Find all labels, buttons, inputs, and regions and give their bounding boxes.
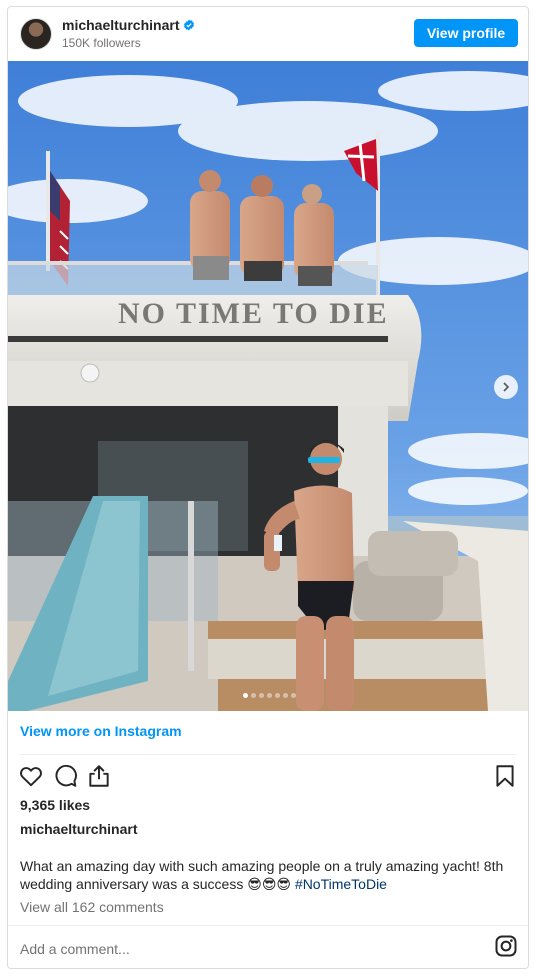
username-row: michaelturchinart	[62, 17, 195, 33]
carousel-dot	[242, 693, 248, 698]
post-photo[interactable]: NO TIME TO DIE	[8, 61, 528, 711]
share-icon[interactable]	[86, 763, 112, 789]
view-more-link[interactable]: View more on Instagram	[20, 723, 182, 739]
carousel-indicators	[8, 693, 528, 698]
avatar[interactable]	[20, 18, 52, 50]
next-slide-button[interactable]	[494, 375, 518, 399]
yacht-photo: NO TIME TO DIE	[8, 61, 528, 711]
verified-badge-icon	[184, 19, 195, 31]
action-bar	[18, 763, 518, 791]
instagram-icon[interactable]	[494, 934, 518, 958]
carousel-dot	[282, 693, 288, 698]
caption-text: What an amazing day with such amazing pe…	[20, 858, 504, 892]
heart-icon[interactable]	[18, 763, 44, 789]
comment-icon[interactable]	[52, 763, 78, 789]
hashtag-link[interactable]: #NoTimeToDie	[295, 876, 387, 892]
add-comment-input[interactable]: Add a comment...	[20, 941, 130, 957]
carousel-dot	[250, 693, 256, 698]
post-author[interactable]: michaelturchinart	[20, 821, 137, 837]
carousel-dot	[266, 693, 272, 698]
post-caption: What an amazing day with such amazing pe…	[20, 857, 516, 893]
chevron-right-icon	[503, 382, 510, 392]
likes-count[interactable]: 9,365 likes	[20, 797, 90, 813]
divider	[8, 925, 528, 926]
view-comments-link[interactable]: View all 162 comments	[20, 899, 164, 915]
yacht-name: NO TIME TO DIE	[118, 297, 389, 330]
carousel-dot	[258, 693, 264, 698]
divider	[20, 754, 516, 755]
followers-count: 150K followers	[62, 36, 141, 50]
post-header: michaelturchinart 150K followers View pr…	[8, 7, 528, 61]
view-profile-button[interactable]: View profile	[414, 19, 518, 47]
username[interactable]: michaelturchinart	[62, 17, 179, 33]
people-top-deck	[190, 170, 334, 286]
instagram-embed-card: michaelturchinart 150K followers View pr…	[7, 6, 529, 969]
bookmark-icon[interactable]	[492, 763, 518, 789]
carousel-dot	[290, 693, 296, 698]
carousel-dot	[274, 693, 280, 698]
